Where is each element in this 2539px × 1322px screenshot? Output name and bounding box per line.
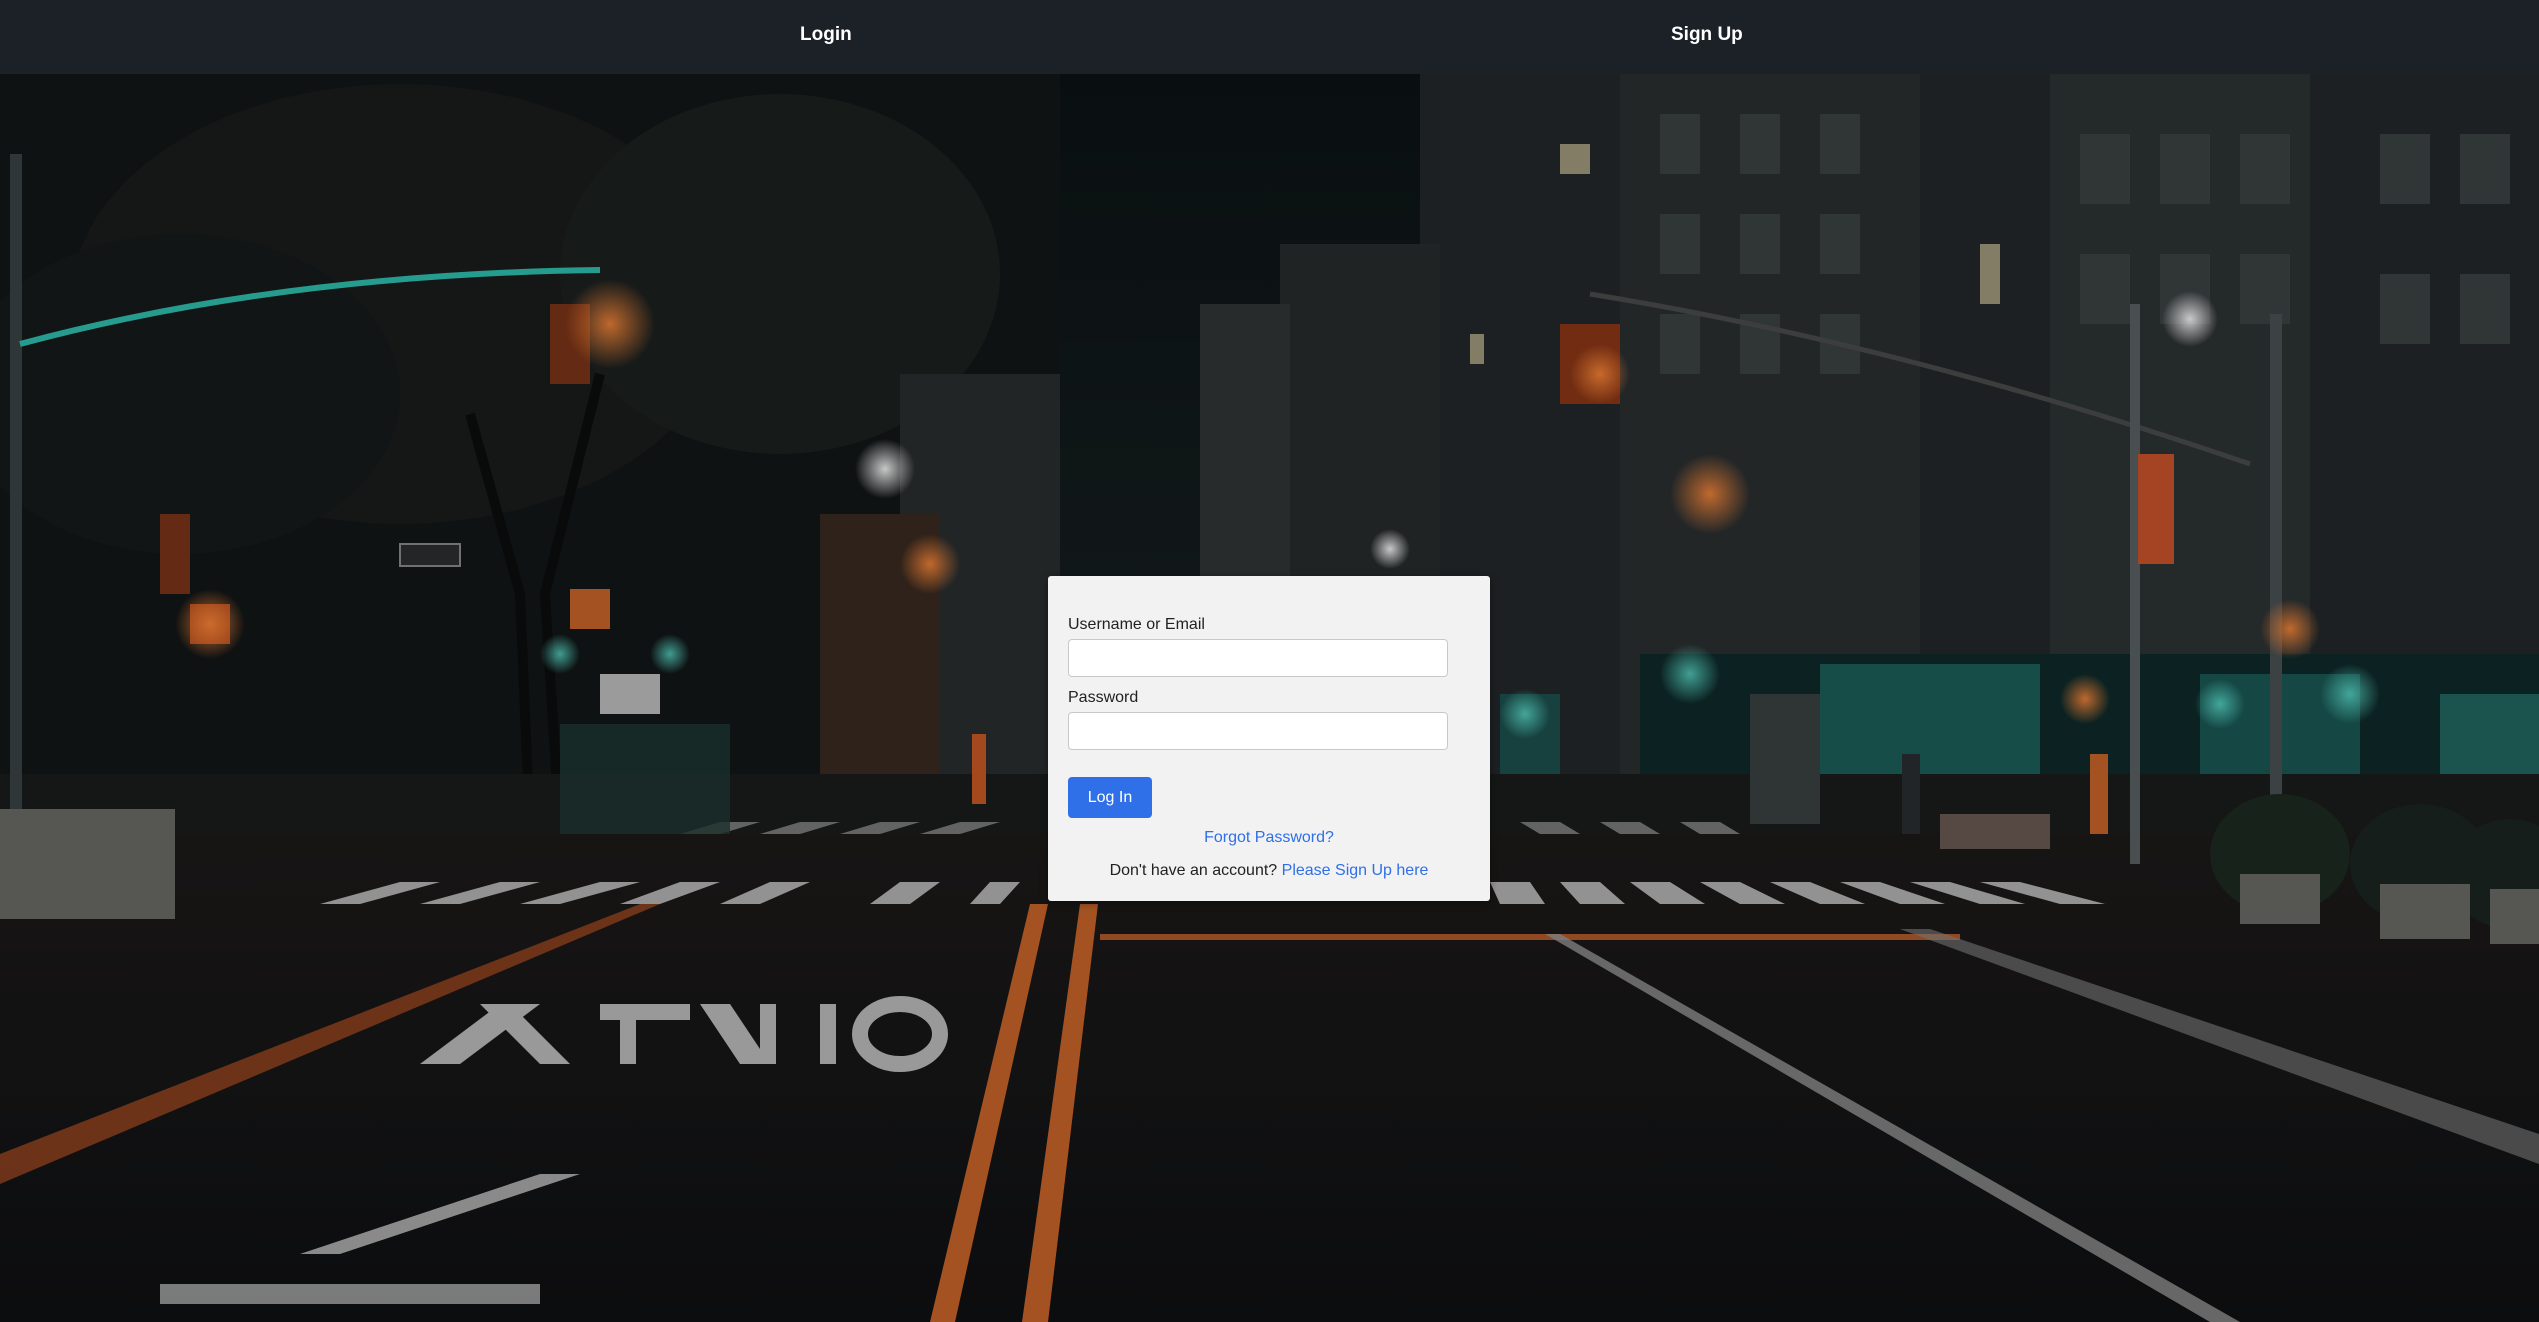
forgot-password-link: Forgot Password? <box>1048 829 1490 847</box>
password-label: Password <box>1068 689 1139 706</box>
nav-signup-link[interactable]: Sign Up <box>1671 0 1743 74</box>
login-form-card: Username or Email Password Log In Forgot… <box>1048 576 1490 901</box>
signup-here-link[interactable]: Please Sign Up here <box>1282 862 1429 879</box>
forgot-password-link-text[interactable]: Forgot Password? <box>1204 829 1334 846</box>
no-account-text: Don't have an account? <box>1109 862 1278 879</box>
password-input[interactable] <box>1068 712 1448 750</box>
signup-prompt: Don't have an account? Please Sign Up he… <box>1048 862 1490 880</box>
top-navbar: Login Sign Up <box>0 0 2539 74</box>
nav-login-link[interactable]: Login <box>800 0 852 74</box>
username-input[interactable] <box>1068 639 1448 677</box>
login-page: Login Sign Up Username or Email Password… <box>0 0 2539 1322</box>
username-label: Username or Email <box>1068 616 1205 633</box>
login-button[interactable]: Log In <box>1068 777 1152 818</box>
